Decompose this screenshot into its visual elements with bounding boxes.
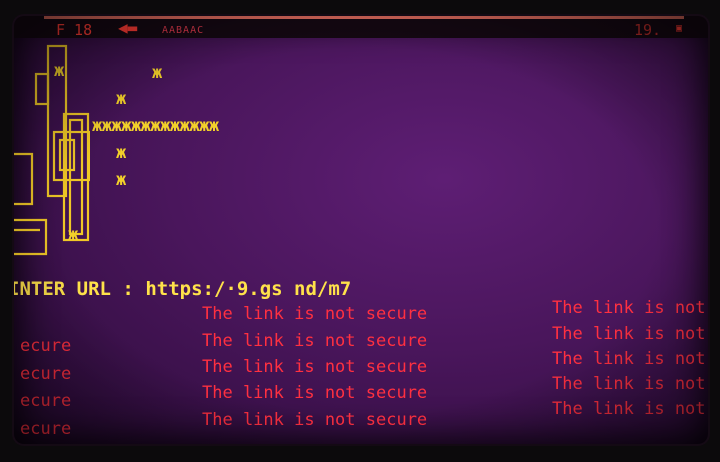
message-line: The link is not <box>552 399 706 419</box>
ascii-star: ж <box>152 63 163 83</box>
header-right-label: 19. <box>634 21 662 39</box>
message-fragment: ecure <box>20 391 72 411</box>
message-line: The link is not <box>552 374 706 394</box>
terminal-screen: F 18 ◀▬ AABAAC 19. ▣ ж ж ж жжжжжжжжжжжжж… <box>14 16 708 444</box>
message-line: The link is not secure <box>202 304 428 324</box>
url-prompt[interactable]: INTER URL : https:/·9.gs nd/m7 <box>14 278 351 300</box>
header-left-label: F 18 <box>56 21 93 39</box>
message-line: The link is not secure <box>202 357 428 377</box>
header-code: AABAAC <box>162 25 205 36</box>
arrow-left-icon: ◀▬ <box>118 18 138 37</box>
message-line: The link is not <box>552 349 706 369</box>
ascii-star: ж <box>116 89 127 109</box>
status-icon: ▣ <box>676 23 683 34</box>
message-line: The link is not <box>552 324 706 344</box>
ascii-star: ж <box>116 143 127 163</box>
message-line: The link is not secure <box>202 331 428 351</box>
message-fragment: ecure <box>20 364 72 384</box>
message-line: The link is not secure <box>202 383 428 403</box>
ascii-star: ж <box>68 225 79 245</box>
message-line: The link is not <box>552 298 706 318</box>
message-line: The link is not secure <box>202 410 428 430</box>
ascii-bar: жжжжжжжжжжжжж <box>92 116 219 136</box>
url-input-value[interactable]: https:/·9.gs nd/m7 <box>145 278 351 300</box>
ascii-star: ж <box>54 61 65 81</box>
prompt-label: INTER URL <box>14 278 111 300</box>
message-fragment: ecure <box>20 419 72 439</box>
prompt-separator: : <box>122 278 134 300</box>
message-fragment: ecure <box>20 336 72 356</box>
ascii-star: ж <box>116 170 127 190</box>
logo-outline <box>14 44 90 256</box>
screen-glare <box>44 16 684 19</box>
